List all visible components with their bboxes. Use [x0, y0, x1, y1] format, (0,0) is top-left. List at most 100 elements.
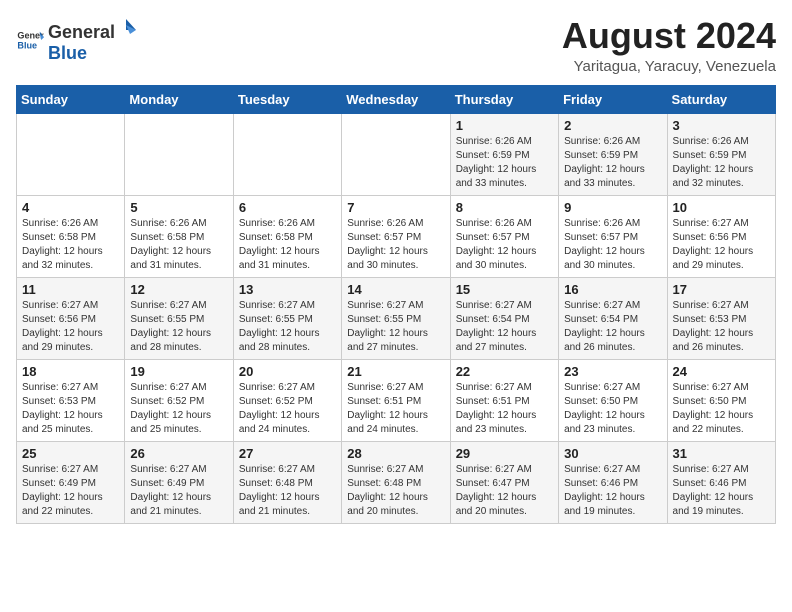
- column-header-thursday: Thursday: [450, 85, 558, 113]
- column-header-friday: Friday: [559, 85, 667, 113]
- day-number: 15: [456, 282, 553, 297]
- calendar-cell: [233, 113, 341, 195]
- calendar-cell: [17, 113, 125, 195]
- column-header-saturday: Saturday: [667, 85, 775, 113]
- day-info: Sunrise: 6:27 AM Sunset: 6:55 PM Dayligh…: [347, 299, 444, 355]
- calendar-header: SundayMondayTuesdayWednesdayThursdayFrid…: [17, 85, 776, 113]
- day-info: Sunrise: 6:27 AM Sunset: 6:55 PM Dayligh…: [239, 299, 336, 355]
- day-info: Sunrise: 6:27 AM Sunset: 6:52 PM Dayligh…: [130, 381, 227, 437]
- calendar-cell: 28Sunrise: 6:27 AM Sunset: 6:48 PM Dayli…: [342, 441, 450, 523]
- generalblue-logo-icon: General Blue: [16, 26, 44, 54]
- day-number: 30: [564, 446, 661, 461]
- day-info: Sunrise: 6:26 AM Sunset: 6:57 PM Dayligh…: [564, 217, 661, 273]
- column-header-tuesday: Tuesday: [233, 85, 341, 113]
- day-info: Sunrise: 6:27 AM Sunset: 6:53 PM Dayligh…: [22, 381, 119, 437]
- week-row-1: 1 Sunrise: 6:26 AM Sunset: 6:59 PM Daylig…: [17, 113, 776, 195]
- calendar-cell: 24Sunrise: 6:27 AM Sunset: 6:50 PM Dayli…: [667, 359, 775, 441]
- day-number: 24: [673, 364, 770, 379]
- calendar-cell: 3Sunrise: 6:26 AM Sunset: 6:59 PM Daylig…: [667, 113, 775, 195]
- day-number: 6: [239, 200, 336, 215]
- column-header-wednesday: Wednesday: [342, 85, 450, 113]
- logo: General Blue General Blue: [16, 16, 139, 64]
- day-number: 27: [239, 446, 336, 461]
- calendar-cell: 29 Sunrise: 6:27 AM Sunset: 6:47 PM Dayli…: [450, 441, 558, 523]
- week-row-4: 18 Sunrise: 6:27 AM Sunset: 6:53 PM Dayli…: [17, 359, 776, 441]
- day-info: Sunrise: 6:26 AM Sunset: 6:58 PM Dayligh…: [239, 217, 336, 273]
- day-info: Sunrise: 6:27 AM Sunset: 6:54 PM Dayligh…: [564, 299, 661, 355]
- calendar-cell: 13Sunrise: 6:27 AM Sunset: 6:55 PM Dayli…: [233, 277, 341, 359]
- week-row-5: 25Sunrise: 6:27 AM Sunset: 6:49 PM Dayli…: [17, 441, 776, 523]
- day-info: Sunrise: 6:26 AM Sunset: 6:58 PM Dayligh…: [22, 217, 119, 273]
- header: General Blue General Blue August 2024 Ya…: [16, 16, 776, 75]
- calendar-cell: 20 Sunrise: 6:27 AM Sunset: 6:52 PM Dayli…: [233, 359, 341, 441]
- day-number: 10: [673, 200, 770, 215]
- day-number: 31: [673, 446, 770, 461]
- day-number: 7: [347, 200, 444, 215]
- day-number: 2: [564, 118, 661, 133]
- calendar-body: 1 Sunrise: 6:26 AM Sunset: 6:59 PM Daylig…: [17, 113, 776, 523]
- calendar-cell: 27 Sunrise: 6:27 AM Sunset: 6:48 PM Dayli…: [233, 441, 341, 523]
- day-info: Sunrise: 6:26 AM Sunset: 6:57 PM Dayligh…: [347, 217, 444, 273]
- day-number: 11: [22, 282, 119, 297]
- calendar-cell: [125, 113, 233, 195]
- calendar-cell: 10Sunrise: 6:27 AM Sunset: 6:56 PM Dayli…: [667, 195, 775, 277]
- day-number: 17: [673, 282, 770, 297]
- calendar-cell: 19 Sunrise: 6:27 AM Sunset: 6:52 PM Dayli…: [125, 359, 233, 441]
- day-number: 19: [130, 364, 227, 379]
- title-area: August 2024 Yaritagua, Yaracuy, Venezuel…: [562, 16, 776, 75]
- svg-text:Blue: Blue: [17, 40, 37, 50]
- calendar-cell: 1 Sunrise: 6:26 AM Sunset: 6:59 PM Daylig…: [450, 113, 558, 195]
- calendar-cell: 18 Sunrise: 6:27 AM Sunset: 6:53 PM Dayli…: [17, 359, 125, 441]
- day-info: Sunrise: 6:27 AM Sunset: 6:52 PM Dayligh…: [239, 381, 336, 437]
- calendar-cell: 2 Sunrise: 6:26 AM Sunset: 6:59 PM Daylig…: [559, 113, 667, 195]
- calendar-cell: 26Sunrise: 6:27 AM Sunset: 6:49 PM Dayli…: [125, 441, 233, 523]
- day-number: 20: [239, 364, 336, 379]
- day-info: Sunrise: 6:27 AM Sunset: 6:55 PM Dayligh…: [130, 299, 227, 355]
- day-number: 12: [130, 282, 227, 297]
- calendar-cell: 4Sunrise: 6:26 AM Sunset: 6:58 PM Daylig…: [17, 195, 125, 277]
- week-row-3: 11 Sunrise: 6:27 AM Sunset: 6:56 PM Dayli…: [17, 277, 776, 359]
- calendar-cell: [342, 113, 450, 195]
- calendar-cell: 5 Sunrise: 6:26 AM Sunset: 6:58 PM Daylig…: [125, 195, 233, 277]
- calendar-cell: 23Sunrise: 6:27 AM Sunset: 6:50 PM Dayli…: [559, 359, 667, 441]
- day-number: 18: [22, 364, 119, 379]
- column-header-monday: Monday: [125, 85, 233, 113]
- day-info: Sunrise: 6:26 AM Sunset: 6:58 PM Dayligh…: [130, 217, 227, 273]
- calendar-cell: 22Sunrise: 6:27 AM Sunset: 6:51 PM Dayli…: [450, 359, 558, 441]
- calendar-cell: 11 Sunrise: 6:27 AM Sunset: 6:56 PM Dayli…: [17, 277, 125, 359]
- day-info: Sunrise: 6:27 AM Sunset: 6:53 PM Dayligh…: [673, 299, 770, 355]
- calendar-cell: 6 Sunrise: 6:26 AM Sunset: 6:58 PM Daylig…: [233, 195, 341, 277]
- calendar-cell: 21Sunrise: 6:27 AM Sunset: 6:51 PM Dayli…: [342, 359, 450, 441]
- day-info: Sunrise: 6:26 AM Sunset: 6:57 PM Dayligh…: [456, 217, 553, 273]
- day-number: 5: [130, 200, 227, 215]
- day-info: Sunrise: 6:27 AM Sunset: 6:47 PM Dayligh…: [456, 463, 553, 519]
- day-info: Sunrise: 6:27 AM Sunset: 6:46 PM Dayligh…: [564, 463, 661, 519]
- day-number: 21: [347, 364, 444, 379]
- calendar-cell: 30 Sunrise: 6:27 AM Sunset: 6:46 PM Dayli…: [559, 441, 667, 523]
- day-info: Sunrise: 6:27 AM Sunset: 6:48 PM Dayligh…: [239, 463, 336, 519]
- day-number: 16: [564, 282, 661, 297]
- location-subtitle: Yaritagua, Yaracuy, Venezuela: [562, 58, 776, 75]
- day-info: Sunrise: 6:26 AM Sunset: 6:59 PM Dayligh…: [673, 135, 770, 191]
- day-info: Sunrise: 6:27 AM Sunset: 6:56 PM Dayligh…: [22, 299, 119, 355]
- week-row-2: 4Sunrise: 6:26 AM Sunset: 6:58 PM Daylig…: [17, 195, 776, 277]
- calendar-cell: 9 Sunrise: 6:26 AM Sunset: 6:57 PM Daylig…: [559, 195, 667, 277]
- calendar-cell: 14Sunrise: 6:27 AM Sunset: 6:55 PM Dayli…: [342, 277, 450, 359]
- day-number: 1: [456, 118, 553, 133]
- month-year-title: August 2024: [562, 16, 776, 56]
- header-row: SundayMondayTuesdayWednesdayThursdayFrid…: [17, 85, 776, 113]
- calendar-cell: 16 Sunrise: 6:27 AM Sunset: 6:54 PM Dayli…: [559, 277, 667, 359]
- day-number: 29: [456, 446, 553, 461]
- calendar-cell: 15 Sunrise: 6:27 AM Sunset: 6:54 PM Dayli…: [450, 277, 558, 359]
- calendar-cell: 17 Sunrise: 6:27 AM Sunset: 6:53 PM Dayli…: [667, 277, 775, 359]
- day-number: 8: [456, 200, 553, 215]
- day-info: Sunrise: 6:26 AM Sunset: 6:59 PM Dayligh…: [564, 135, 661, 191]
- day-info: Sunrise: 6:27 AM Sunset: 6:46 PM Dayligh…: [673, 463, 770, 519]
- calendar-cell: 7 Sunrise: 6:26 AM Sunset: 6:57 PM Daylig…: [342, 195, 450, 277]
- day-info: Sunrise: 6:27 AM Sunset: 6:54 PM Dayligh…: [456, 299, 553, 355]
- day-info: Sunrise: 6:27 AM Sunset: 6:49 PM Dayligh…: [22, 463, 119, 519]
- day-number: 9: [564, 200, 661, 215]
- column-header-sunday: Sunday: [17, 85, 125, 113]
- day-info: Sunrise: 6:26 AM Sunset: 6:59 PM Dayligh…: [456, 135, 553, 191]
- calendar-cell: 31 Sunrise: 6:27 AM Sunset: 6:46 PM Dayli…: [667, 441, 775, 523]
